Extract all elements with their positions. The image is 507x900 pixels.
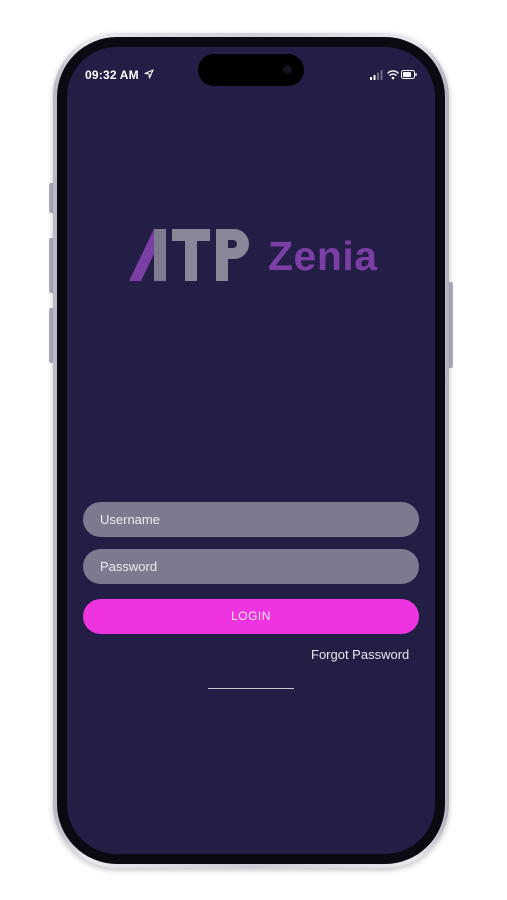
login-button[interactable]: LOGIN — [83, 599, 419, 634]
logo-product-name: Zenia — [268, 233, 378, 279]
device-mockup: 09:32 AM Zenia Username LOGIN Forgot Pas… — [0, 0, 507, 900]
app-logo: Zenia — [129, 225, 379, 287]
location-arrow-icon — [144, 69, 154, 79]
atp-logo-mark — [129, 229, 249, 281]
login-screen: 09:32 AM Zenia Username LOGIN Forgot Pas… — [67, 47, 435, 854]
battery-icon — [401, 70, 417, 79]
divider — [208, 688, 294, 689]
password-input[interactable] — [83, 549, 419, 584]
username-input[interactable] — [83, 502, 419, 537]
dynamic-island — [198, 54, 304, 86]
wifi-icon — [387, 70, 399, 80]
cellular-signal-icon — [370, 70, 383, 80]
status-bar: 09:32 AM — [67, 47, 435, 97]
status-time: 09:32 AM — [85, 68, 139, 82]
forgot-password-link[interactable]: Forgot Password — [311, 647, 409, 662]
front-camera — [283, 65, 292, 74]
